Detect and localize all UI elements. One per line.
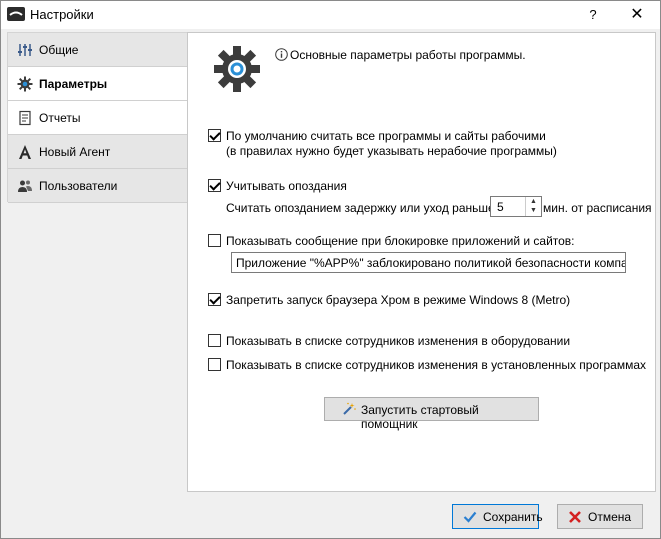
block-browser-label[interactable]: Запретить запуск браузера Хром в режиме …: [226, 293, 570, 307]
lateness-delay-suffix: мин. от расписания: [543, 201, 652, 215]
cancel-button[interactable]: Отмена: [557, 504, 643, 529]
lateness-label[interactable]: Учитывать опоздания: [226, 179, 347, 193]
title-bar: Настройки ? ✕: [1, 1, 660, 29]
sidebar-item-users[interactable]: Пользователи: [8, 169, 187, 203]
save-button[interactable]: Сохранить: [452, 504, 543, 529]
block-message-checkbox[interactable]: [208, 234, 221, 247]
sidebar-item-label: Параметры: [39, 77, 108, 91]
block-message-label[interactable]: Показывать сообщение при блокировке прил…: [226, 234, 575, 248]
report-icon: [19, 110, 31, 126]
close-icon: [569, 511, 581, 523]
parameters-panel: Основные параметры работы программы. По …: [187, 32, 656, 492]
delay-minutes-stepper[interactable]: ▲ ▼: [490, 196, 542, 217]
delay-minutes-input[interactable]: [493, 199, 523, 214]
close-button[interactable]: ✕: [615, 1, 659, 29]
sidebar-item-label: Новый Агент: [39, 145, 111, 159]
sidebar-item-general[interactable]: Общие: [8, 33, 187, 67]
hardware-changes-label[interactable]: Показывать в списке сотрудников изменени…: [226, 334, 570, 348]
lateness-delay-prefix: Считать опозданием задержку или уход ран…: [226, 201, 512, 215]
block-message-input[interactable]: [231, 252, 626, 273]
sidebar-item-new-agent[interactable]: Новый Агент: [8, 135, 187, 169]
settings-nav: Общие Параметры Отчеты Новый Агент Польз…: [7, 32, 188, 203]
app-logo-icon: [7, 7, 25, 21]
all-work-note: (в правилах нужно будет указывать нерабо…: [226, 144, 557, 158]
info-icon: [275, 48, 288, 61]
sidebar-item-parameters[interactable]: Параметры: [8, 67, 187, 101]
checkmark-icon: [463, 511, 477, 523]
gear-icon: [17, 76, 33, 92]
window-title: Настройки: [30, 7, 94, 22]
software-changes-checkbox[interactable]: [208, 358, 221, 371]
hardware-changes-checkbox[interactable]: [208, 334, 221, 347]
sidebar-item-label: Пользователи: [39, 179, 118, 193]
cancel-label: Отмена: [588, 510, 632, 524]
agent-icon: [19, 145, 31, 159]
sliders-icon: [18, 44, 32, 56]
stepper-down-icon[interactable]: ▼: [526, 206, 541, 215]
stepper-up-icon[interactable]: ▲: [526, 197, 541, 206]
all-work-checkbox[interactable]: [208, 129, 221, 142]
panel-description: Основные параметры работы программы.: [290, 48, 526, 62]
sidebar-item-label: Отчеты: [39, 111, 81, 125]
stepper-arrows[interactable]: ▲ ▼: [525, 197, 541, 216]
sidebar-item-label: Общие: [39, 43, 79, 57]
start-wizard-label: Запустить стартовый помощник: [361, 403, 479, 431]
all-work-label[interactable]: По умолчанию считать все программы и сай…: [226, 129, 546, 143]
lateness-checkbox[interactable]: [208, 179, 221, 192]
start-wizard-button[interactable]: Запустить стартовый помощник: [324, 397, 539, 431]
block-browser-checkbox[interactable]: [208, 293, 221, 306]
magic-wand-icon: [343, 402, 356, 415]
users-icon: [18, 180, 32, 192]
gear-icon: [214, 46, 260, 92]
software-changes-label[interactable]: Показывать в списке сотрудников изменени…: [226, 358, 646, 372]
sidebar-item-reports[interactable]: Отчеты: [8, 101, 187, 135]
save-label: Сохранить: [483, 510, 543, 524]
help-button[interactable]: ?: [575, 1, 611, 29]
settings-window: Настройки ? ✕ Общие Параметры Отчеты Нов…: [0, 0, 661, 539]
